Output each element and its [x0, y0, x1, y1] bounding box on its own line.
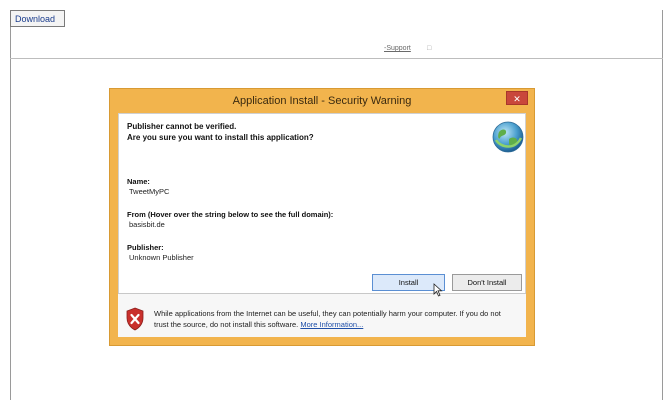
dialog-titlebar[interactable]: Application Install - Security Warning ✕ [110, 89, 534, 111]
install-question-text: Are you sure you want to install this ap… [127, 133, 314, 142]
name-value: TweetMyPC [129, 187, 170, 196]
from-label: From (Hover over the string below to see… [127, 210, 334, 219]
close-button[interactable]: ✕ [506, 91, 528, 105]
dialog-title: Application Install - Security Warning [232, 95, 412, 107]
publisher-unverified-text: Publisher cannot be verified. [127, 122, 237, 131]
publisher-value: Unknown Publisher [129, 253, 194, 262]
dont-install-button[interactable]: Don't Install [452, 274, 522, 291]
publisher-label: Publisher: [127, 243, 164, 252]
from-value[interactable]: basisbit.de [129, 220, 165, 229]
warning-message: While applications from the Internet can… [154, 308, 516, 330]
globe-icon [492, 121, 524, 153]
shield-warning-icon [126, 307, 144, 331]
support-separator: □ [427, 45, 432, 52]
name-label: Name: [127, 177, 150, 186]
header-divider [10, 58, 663, 59]
more-information-link[interactable]: More Information... [300, 320, 363, 329]
support-link[interactable]: -Support [384, 45, 411, 52]
download-button[interactable]: Download [10, 10, 65, 27]
security-warning-dialog: Application Install - Security Warning ✕… [109, 88, 535, 346]
mouse-cursor-icon [433, 283, 443, 297]
